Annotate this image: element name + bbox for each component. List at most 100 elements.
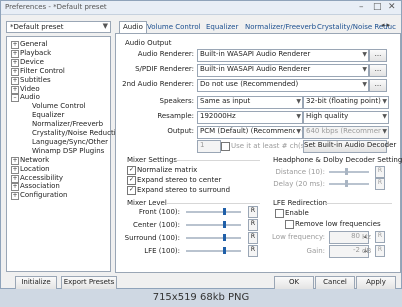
tree-item[interactable]: Playback — [20, 49, 51, 57]
tab-scroll-arrows[interactable]: ◂ ▸ — [381, 21, 401, 32]
distance-label: Distance (10): — [275, 168, 325, 176]
mixer-level-slider-thumb[interactable] — [223, 208, 227, 215]
tree-item[interactable]: Volume Control — [32, 102, 86, 110]
bitrate-select[interactable]: 640 kbps (Recommen ▼ — [303, 126, 389, 139]
distance-slider[interactable] — [329, 171, 369, 173]
window-title: Preferences - *Default preset — [5, 3, 107, 11]
tab-item[interactable]: Volume Control — [144, 22, 204, 33]
ok-button[interactable]: OK — [274, 276, 314, 290]
title-bar: Preferences - *Default preset – □ ✕ — [1, 1, 401, 15]
tree-item[interactable]: Device — [20, 58, 44, 66]
collapse-icon[interactable]: – — [11, 94, 19, 103]
settings-tree[interactable]: General + Playback + Device + Filter Control + S… — [6, 36, 124, 272]
mixer-level-slider-thumb[interactable] — [223, 221, 227, 228]
tree-item[interactable]: Audio — [20, 93, 40, 101]
distance-reset-button[interactable]: R — [375, 166, 385, 178]
set-decoder-button[interactable]: Set Built-in Audio Decoder — [303, 140, 396, 153]
initialize-button[interactable]: Initialize — [15, 276, 57, 290]
expand-icon[interactable]: + — [11, 192, 19, 201]
close-button[interactable]: ✕ — [388, 2, 396, 12]
mixer-level-slider[interactable] — [186, 211, 241, 213]
tab-item[interactable]: Equalizer — [203, 22, 241, 33]
tree-item[interactable]: Normalizer/Freeverb — [32, 120, 103, 128]
expand-icon[interactable]: + — [11, 85, 19, 94]
tab-item[interactable]: Audio — [119, 21, 147, 33]
distance-slider-thumb[interactable] — [345, 168, 348, 175]
export-presets-button[interactable]: Export Presets — [61, 276, 117, 290]
maximize-button[interactable]: □ — [373, 2, 382, 12]
spdif-more-button[interactable]: ... — [369, 64, 387, 77]
audio-output-title: Audio Output — [125, 39, 172, 47]
delay-slider-thumb[interactable] — [345, 180, 348, 187]
expand-center-checkbox[interactable]: ✓ — [127, 176, 136, 185]
speakers-select[interactable]: Same as input ▼ — [197, 96, 303, 109]
tree-item[interactable]: Filter Control — [20, 67, 65, 75]
spdif-renderer-select[interactable]: Built-in WASAPI Audio Renderer ▼ — [197, 64, 369, 77]
lfe-title: LFE Redirection — [273, 199, 328, 207]
delay-reset-button[interactable]: R — [375, 178, 385, 190]
chevron-down-icon: ▼ — [102, 22, 108, 30]
tree-item[interactable]: Network — [20, 156, 49, 164]
mixer-level-slider[interactable] — [186, 224, 241, 226]
tree-item[interactable]: Crystality/Noise Reduction — [32, 129, 124, 137]
tree-item[interactable]: Language/Sync/Other — [32, 138, 108, 146]
bit-depth-select[interactable]: 32-bit (floating point) ▼ — [303, 96, 389, 109]
preset-dropdown[interactable]: *Default preset ▼ — [6, 21, 111, 33]
tree-item[interactable]: Location — [20, 165, 50, 173]
cancel-button[interactable]: Cancel — [315, 276, 355, 290]
tree-item[interactable]: General — [20, 40, 48, 48]
mixer-level-slider-thumb[interactable] — [223, 247, 227, 254]
mixer-level-reset-button[interactable]: R — [248, 232, 258, 244]
normalize-checkbox[interactable]: ✓ — [127, 166, 136, 175]
expand-icon[interactable]: + — [11, 76, 19, 85]
expand-icon[interactable]: + — [11, 165, 19, 174]
lfe-enable-checkbox[interactable] — [275, 209, 284, 218]
expand-icon[interactable]: + — [11, 58, 19, 67]
apply-button[interactable]: Apply — [356, 276, 396, 290]
audio-renderer-more-button[interactable]: ... — [369, 49, 387, 62]
mixer-level-slider-thumb[interactable] — [223, 234, 227, 241]
minimize-button[interactable]: – — [359, 2, 364, 12]
quality-select[interactable]: High quality ▼ — [303, 111, 389, 124]
expand-icon[interactable]: + — [11, 49, 19, 58]
tree-item[interactable]: Equalizer — [32, 111, 64, 119]
resample-select[interactable]: 192000Hz ▼ — [197, 111, 303, 124]
expand-icon[interactable]: + — [11, 183, 19, 192]
expand-icon[interactable]: + — [11, 67, 19, 76]
mixer-level-title: Mixer Level — [127, 199, 167, 207]
mixer-level-slider[interactable] — [186, 250, 241, 252]
tree-item[interactable]: Video — [20, 85, 40, 93]
preset-value: *Default preset — [10, 23, 64, 31]
tree-item[interactable]: Configuration — [20, 191, 67, 199]
audio-renderer-select[interactable]: Built-in WASAPI Audio Renderer ▼ — [197, 49, 369, 62]
second-renderer-select[interactable]: Do not use (Recommended) ▼ — [197, 79, 369, 92]
output-value: PCM (Default) (Recommended) — [200, 127, 303, 135]
low-frequency-label: Low frequency: — [272, 233, 325, 241]
expand-surround-checkbox[interactable]: ✓ — [127, 186, 136, 195]
tree-item[interactable]: Accessibility — [20, 174, 63, 182]
second-renderer-more-button[interactable]: ... — [369, 79, 387, 92]
delay-slider[interactable] — [329, 183, 369, 185]
tab-strip: Audio Volume Control Equalizer Normalizer/F… — [115, 21, 402, 33]
chevron-down-icon: ▼ — [381, 127, 387, 136]
mixer-level-slider[interactable] — [186, 237, 241, 239]
tree-item[interactable]: Association — [20, 182, 60, 190]
tree-item[interactable]: Subtitles — [20, 76, 51, 84]
channel-spinner[interactable]: 1 — [197, 140, 221, 153]
expand-icon[interactable]: + — [11, 174, 19, 183]
tab-item[interactable]: Normalizer/Freeverb — [242, 22, 319, 33]
audio-renderer-value: Built-in WASAPI Audio Renderer — [200, 50, 311, 58]
lfe-enable-label: Enable — [285, 209, 309, 217]
gain-reset-button[interactable]: R — [375, 245, 385, 257]
use-at-least-checkbox[interactable] — [221, 142, 230, 151]
expand-icon[interactable]: + — [11, 156, 19, 165]
expand-icon[interactable]: + — [11, 41, 19, 49]
mixer-level-reset-button[interactable]: R — [248, 206, 258, 218]
mixer-level-reset-button[interactable]: R — [248, 219, 258, 231]
remove-low-checkbox[interactable] — [285, 220, 294, 229]
channel-spinner-value: 1 — [200, 141, 205, 149]
output-select[interactable]: PCM (Default) (Recommended) ▼ — [197, 126, 303, 139]
low-frequency-reset-button[interactable]: R — [375, 231, 385, 243]
mixer-level-reset-button[interactable]: R — [248, 245, 258, 257]
tree-item[interactable]: Winamp DSP Plugins — [32, 147, 104, 155]
